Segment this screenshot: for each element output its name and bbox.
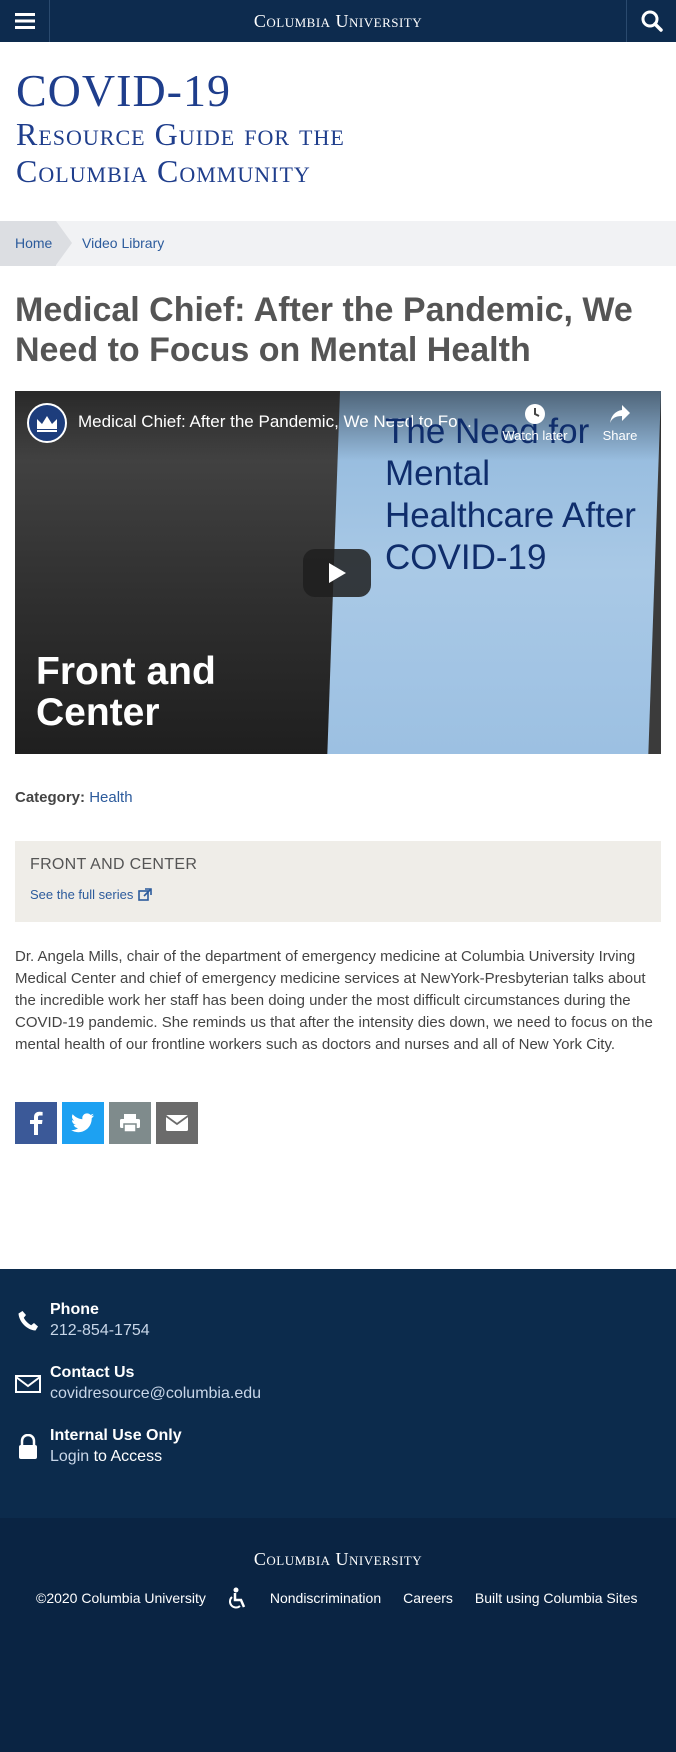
footer-university-brand[interactable]: Columbia University [0, 1549, 676, 1570]
careers-link[interactable]: Careers [403, 1590, 453, 1606]
university-brand[interactable]: Columbia University [0, 11, 676, 32]
phone-label: Phone [50, 1301, 99, 1318]
nondiscrimination-link[interactable]: Nondiscrimination [270, 1590, 381, 1606]
video-overlay-series-line1: Front and [36, 650, 216, 693]
top-navigation-bar: Columbia University [0, 0, 676, 42]
video-player[interactable]: Medical Chief: After the Pandemic, We Ne… [15, 391, 661, 754]
article-body: Dr. Angela Mills, chair of the departmen… [15, 948, 653, 1053]
see-full-series-link[interactable]: See the full series [30, 887, 153, 902]
internal-use-line: Login to Access [50, 1448, 162, 1466]
print-icon [120, 1114, 140, 1133]
series-heading: FRONT AND CENTER [30, 856, 198, 873]
search-icon [641, 10, 663, 32]
video-overlay-series-name: Front and Center [36, 651, 216, 733]
phone-icon [14, 1307, 42, 1335]
twitter-icon [71, 1113, 94, 1133]
facebook-share-button[interactable] [15, 1102, 57, 1144]
facebook-icon [30, 1111, 43, 1135]
phone-number[interactable]: 212-854-1754 [50, 1322, 150, 1340]
breadcrumb: Home Video Library [0, 221, 676, 266]
footer-links: ©2020 Columbia University Nondiscriminat… [36, 1587, 660, 1609]
footer-bottom: Columbia University ©2020 Columbia Unive… [0, 1518, 676, 1752]
crown-icon [37, 416, 57, 432]
breadcrumb-home-link[interactable]: Home [0, 221, 56, 266]
breadcrumb-video-library-link[interactable]: Video Library [82, 221, 164, 266]
video-overlay-series-line2: Center [36, 691, 160, 734]
category-line: Category: Health [15, 789, 133, 806]
internal-use-label: Internal Use Only [50, 1427, 182, 1444]
envelope-icon [165, 1115, 189, 1131]
contact-label: Contact Us [50, 1364, 135, 1381]
play-button[interactable] [303, 549, 371, 597]
watch-later-label: Watch later [502, 428, 568, 443]
site-title-line2: Resource Guide for the [16, 116, 345, 152]
share-arrow-icon [610, 405, 630, 423]
site-title-line1: COVID-19 [16, 65, 231, 116]
accessibility-icon[interactable] [228, 1587, 248, 1609]
clock-icon [525, 404, 545, 424]
category-health-link[interactable]: Health [89, 789, 132, 806]
series-box: FRONT AND CENTER See the full series [15, 841, 661, 922]
site-footer: Phone 212-854-1754 Contact Us covidresou… [0, 1269, 676, 1752]
twitter-share-button[interactable] [62, 1102, 104, 1144]
login-suffix: to Access [89, 1448, 163, 1465]
built-using-link[interactable]: Built using Columbia Sites [475, 1590, 638, 1606]
lock-icon [14, 1433, 42, 1461]
watch-later-button[interactable]: Watch later [495, 403, 575, 443]
breadcrumb-separator [56, 221, 72, 265]
external-link-icon [138, 888, 153, 901]
page-title: Medical Chief: After the Pandemic, We Ne… [15, 291, 633, 369]
see-full-series-label: See the full series [30, 887, 134, 902]
category-label: Category: [15, 789, 86, 806]
login-link[interactable]: Login [50, 1448, 89, 1465]
envelope-icon [14, 1370, 42, 1398]
site-title-line3: Columbia Community [16, 153, 311, 189]
contact-email[interactable]: covidresource@columbia.edu [50, 1385, 261, 1403]
search-button[interactable] [626, 0, 676, 42]
video-share-button[interactable]: Share [590, 403, 650, 443]
email-share-button[interactable] [156, 1102, 198, 1144]
site-title[interactable]: COVID-19 Resource Guide for the Columbia… [16, 66, 636, 190]
play-icon [329, 563, 346, 583]
share-label: Share [602, 428, 638, 443]
social-share-buttons [15, 1102, 198, 1144]
copyright-text: ©2020 Columbia University [36, 1590, 206, 1606]
print-button[interactable] [109, 1102, 151, 1144]
channel-avatar[interactable] [27, 403, 67, 443]
